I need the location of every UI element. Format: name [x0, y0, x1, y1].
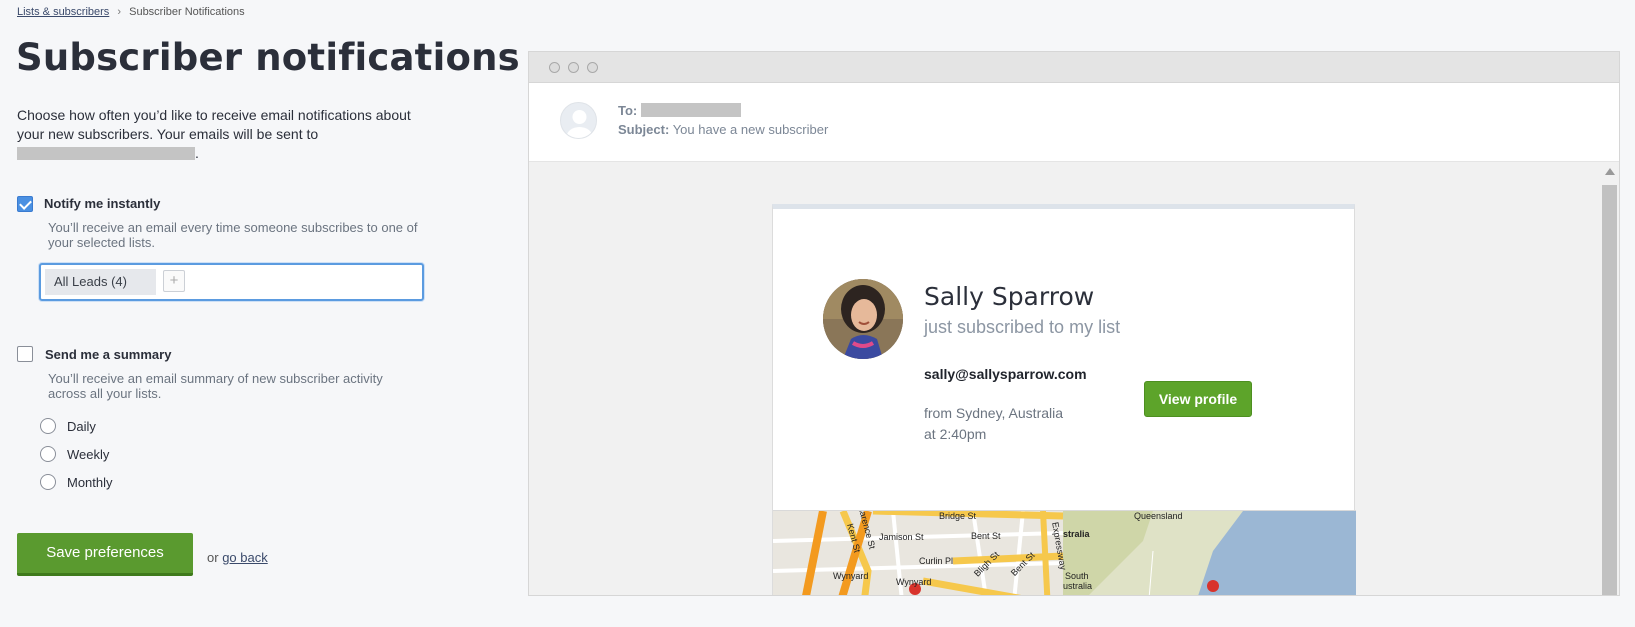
- map-label-bridge: Bridge St: [939, 511, 977, 521]
- subject-label: Subject:: [618, 122, 670, 137]
- map-label-ustralia: ustralia: [1063, 581, 1093, 591]
- subscriber-photo: [823, 279, 903, 359]
- page: Lists & subscribers › Subscriber Notific…: [0, 0, 1635, 627]
- radio-weekly-label: Weekly: [67, 447, 110, 462]
- map-label-wynyard: Wynyard: [896, 577, 932, 587]
- intro-period: .: [195, 145, 199, 161]
- map-label-south: South: [1065, 571, 1089, 581]
- send-summary-description: You’ll receive an email summary of new s…: [48, 371, 383, 401]
- go-back-link[interactable]: go back: [222, 550, 268, 565]
- subscriber-time: at 2:40pm: [924, 426, 987, 442]
- view-profile-button[interactable]: View profile: [1144, 381, 1252, 417]
- location-map: Bridge St Jamison St Kent St Clarence St…: [773, 510, 1356, 595]
- radio-monthly-label: Monthly: [67, 475, 113, 490]
- add-list-button[interactable]: +: [163, 270, 185, 292]
- radio-daily-label: Daily: [67, 419, 96, 434]
- notify-instantly-label: Notify me instantly: [44, 196, 161, 211]
- scrollbar-thumb[interactable]: [1602, 185, 1617, 595]
- subscriber-email: sally@sallysparrow.com: [924, 366, 1087, 382]
- send-summary-label: Send me a summary: [45, 347, 172, 362]
- subscriber-location: from Sydney, Australia at 2:40pm: [924, 403, 1063, 445]
- to-label: To:: [618, 103, 638, 118]
- subject-row: Subject: You have a new subscriber: [618, 122, 828, 137]
- map-label-bent: Bent St: [971, 531, 1001, 541]
- map-label-curlin: Curlin Pl: [919, 556, 954, 566]
- map-label-wynyard-station: Wynyard: [833, 571, 869, 581]
- subscriber-name: Sally Sparrow: [924, 282, 1095, 311]
- map-label-australia: stralia: [1063, 529, 1090, 539]
- redacted-email: [17, 147, 195, 160]
- or-go-back: or go back: [207, 550, 268, 565]
- window-titlebar: [529, 52, 1619, 83]
- list-tag-input[interactable]: All Leads (4) +: [39, 263, 424, 301]
- notify-instantly-description: You’ll receive an email every time someo…: [48, 220, 418, 250]
- email-preview-window: To: Subject: You have a new subscriber S…: [528, 51, 1620, 596]
- intro-text: Choose how often you’d like to receive e…: [17, 106, 417, 163]
- notification-email-card: Sally Sparrow just subscribed to my list…: [772, 204, 1356, 595]
- page-title: Subscriber notifications: [16, 36, 520, 79]
- breadcrumb-current: Subscriber Notifications: [129, 6, 245, 18]
- subject-text: You have a new subscriber: [672, 122, 829, 137]
- scroll-up-arrow-icon[interactable]: [1605, 168, 1615, 175]
- subscriber-tagline: just subscribed to my list: [924, 317, 1121, 337]
- window-close-icon: [549, 62, 560, 73]
- window-minimize-icon: [568, 62, 579, 73]
- window-maximize-icon: [587, 62, 598, 73]
- subscriber-from: from Sydney, Australia: [924, 405, 1064, 421]
- list-tag[interactable]: All Leads (4): [45, 269, 156, 295]
- radio-weekly[interactable]: [40, 446, 56, 462]
- or-text: or: [207, 550, 219, 565]
- map-label-queensland: Queensland: [1134, 511, 1183, 521]
- plus-icon: +: [169, 272, 179, 289]
- to-row: To:: [618, 103, 741, 118]
- send-summary-checkbox[interactable]: [17, 346, 33, 362]
- sender-avatar-icon: [560, 102, 597, 139]
- breadcrumb: Lists & subscribers › Subscriber Notific…: [17, 6, 245, 18]
- redacted-recipient: [640, 103, 741, 117]
- radio-monthly[interactable]: [40, 474, 56, 490]
- notify-instantly-checkbox[interactable]: [17, 196, 33, 212]
- map-label-jamison: Jamison St: [879, 532, 924, 542]
- intro-body: Choose how often you’d like to receive e…: [17, 107, 411, 142]
- save-preferences-button[interactable]: Save preferences: [17, 533, 193, 576]
- email-header: To: Subject: You have a new subscriber: [529, 83, 1619, 162]
- breadcrumb-parent-link[interactable]: Lists & subscribers: [17, 6, 109, 18]
- breadcrumb-separator: ›: [117, 6, 122, 18]
- radio-daily[interactable]: [40, 418, 56, 434]
